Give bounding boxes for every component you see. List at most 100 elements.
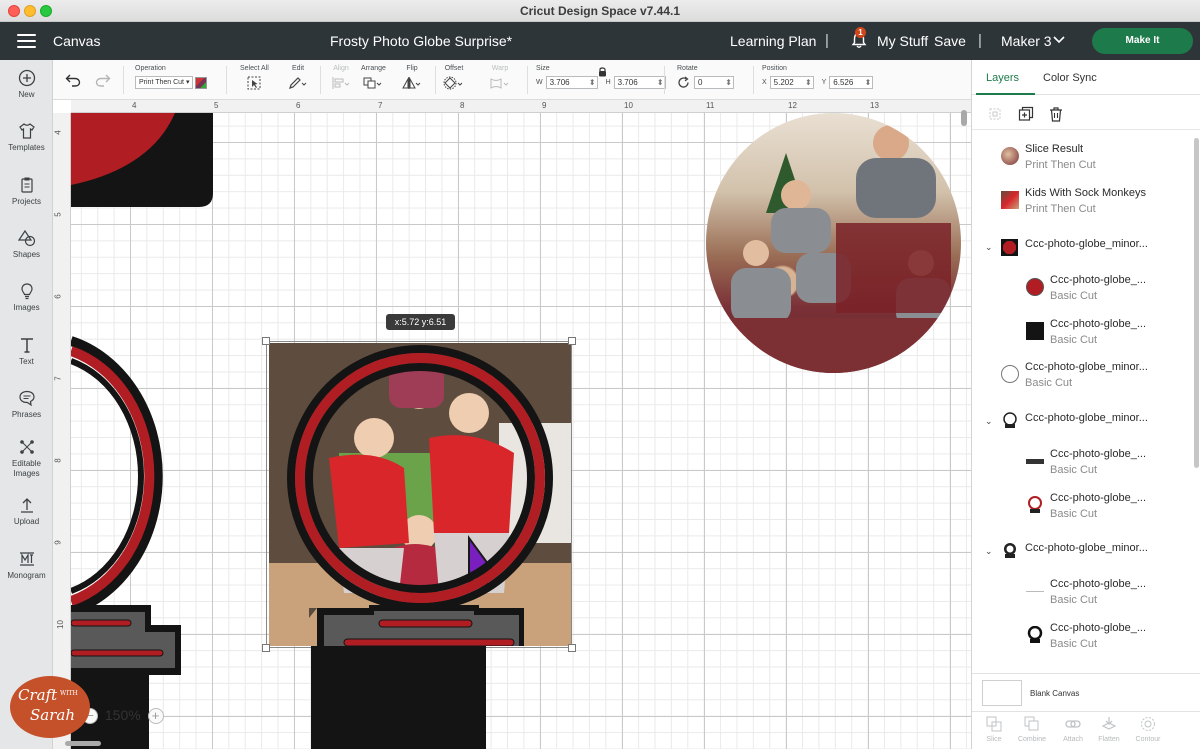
width-input[interactable]: 3.706 bbox=[545, 76, 598, 89]
layer-thumbnail bbox=[1026, 278, 1044, 296]
chevron-down-icon[interactable]: ⌄ bbox=[985, 546, 993, 557]
sidebar-item-phrases[interactable]: Phrases bbox=[0, 389, 53, 420]
sidebar-item-upload[interactable]: Upload bbox=[0, 496, 53, 527]
layer-item[interactable]: Ccc-photo-globe_... Basic Cut bbox=[972, 618, 1194, 658]
operation-select[interactable]: Print Then Cut ▾ bbox=[135, 76, 194, 89]
material-color-swatch[interactable] bbox=[195, 76, 208, 89]
chevron-down-icon[interactable]: ⌄ bbox=[985, 242, 993, 253]
group-icon[interactable] bbox=[987, 106, 1003, 122]
layers-list: Slice Result Print Then Cut Kids With So… bbox=[972, 132, 1194, 732]
sidebar-item-text[interactable]: Text bbox=[0, 336, 53, 367]
sidebar-item-label: Phrases bbox=[11, 410, 42, 419]
layer-name: Ccc-photo-globe_minor... bbox=[1025, 238, 1148, 250]
offset-group[interactable]: Offset bbox=[443, 65, 465, 92]
attach-label: Attach bbox=[1063, 736, 1083, 743]
select-all-label: Select All bbox=[240, 65, 269, 72]
sidebar-item-shapes[interactable]: Shapes bbox=[0, 229, 53, 260]
chevron-down-icon[interactable]: ⌄ bbox=[985, 416, 993, 427]
layer-group[interactable]: ⌄ Ccc-photo-globe_minor... bbox=[972, 538, 1194, 578]
selected-photo-image[interactable] bbox=[269, 343, 572, 646]
layer-thumbnail bbox=[1001, 239, 1018, 256]
window-titlebar: Cricut Design Space v7.44.1 bbox=[0, 0, 1200, 22]
globe-piece-left[interactable] bbox=[71, 335, 191, 749]
layer-item[interactable]: Ccc-photo-globe_... Basic Cut bbox=[972, 270, 1194, 310]
tab-color-sync[interactable]: Color Sync bbox=[1043, 72, 1097, 84]
project-title[interactable]: Frosty Photo Globe Surprise* bbox=[330, 33, 512, 49]
layer-operation: Basic Cut bbox=[1050, 638, 1098, 650]
layer-item[interactable]: Slice Result Print Then Cut bbox=[972, 139, 1194, 179]
duplicate-icon[interactable] bbox=[1018, 106, 1034, 122]
slice-button[interactable]: Slice bbox=[978, 716, 1010, 743]
sidebar-item-label: Upload bbox=[13, 517, 40, 526]
flip-icon bbox=[402, 77, 421, 89]
flatten-button[interactable]: Flatten bbox=[1093, 716, 1125, 743]
attach-button[interactable]: Attach bbox=[1057, 716, 1089, 743]
ruler-tick-label: 9 bbox=[53, 540, 63, 545]
globe-piece-top-left[interactable] bbox=[71, 113, 213, 208]
window-title: Cricut Design Space v7.44.1 bbox=[519, 4, 681, 18]
layer-group[interactable]: ⌄ Ccc-photo-globe_minor... bbox=[972, 408, 1194, 448]
align-icon bbox=[332, 77, 350, 89]
redo-icon[interactable] bbox=[95, 73, 111, 87]
combine-button[interactable]: Combine bbox=[1016, 716, 1048, 743]
shirt-icon bbox=[18, 123, 35, 139]
sidebar-item-projects[interactable]: Projects bbox=[0, 176, 53, 207]
layer-item[interactable]: Ccc-photo-globe_... Basic Cut bbox=[972, 488, 1194, 528]
undo-icon[interactable] bbox=[65, 73, 81, 87]
ruler-tick-label: 7 bbox=[53, 376, 63, 381]
layer-item[interactable]: Kids With Sock Monkeys Print Then Cut bbox=[972, 183, 1194, 223]
contour-button[interactable]: Contour bbox=[1132, 716, 1164, 743]
left-sidebar: New Templates Projects Shapes Images Tex… bbox=[0, 60, 53, 749]
make-it-button[interactable]: Make It bbox=[1092, 28, 1193, 54]
y-label: Y bbox=[821, 79, 827, 86]
rotate-icon[interactable] bbox=[677, 76, 690, 89]
machine-selector[interactable]: Maker 3 bbox=[1001, 33, 1052, 49]
my-stuff-link[interactable]: My Stuff bbox=[877, 33, 928, 49]
vertical-scrollbar[interactable] bbox=[961, 110, 967, 126]
layer-item[interactable]: Ccc-photo-globe_minor... Basic Cut bbox=[972, 357, 1194, 397]
lock-icon[interactable] bbox=[598, 66, 607, 77]
sidebar-item-editable-images[interactable]: Editable Images bbox=[0, 438, 53, 479]
x-position-input[interactable]: 5.202 bbox=[769, 76, 814, 89]
ruler-tick-label: 4 bbox=[132, 101, 137, 110]
horizontal-scrollbar[interactable] bbox=[65, 741, 101, 746]
layer-item[interactable]: Ccc-photo-globe_... Basic Cut bbox=[972, 574, 1194, 614]
position-group: Position X5.202 Y6.526 bbox=[762, 65, 874, 89]
design-canvas[interactable]: 4 5 6 7 8 9 10 11 12 13 4 5 6 7 8 9 10 x… bbox=[53, 100, 971, 749]
rotate-input[interactable]: 0 bbox=[694, 76, 734, 89]
blank-canvas-row[interactable]: Blank Canvas bbox=[972, 673, 1200, 711]
select-all-group[interactable]: Select All bbox=[240, 65, 269, 92]
logo-text-sarah: Sarah bbox=[30, 706, 75, 724]
learning-plan-link[interactable]: Learning Plan bbox=[730, 33, 816, 49]
canvas-color-swatch[interactable] bbox=[982, 680, 1022, 706]
sidebar-item-templates[interactable]: Templates bbox=[0, 122, 53, 153]
save-button[interactable]: Save bbox=[934, 33, 966, 49]
layer-item[interactable]: Ccc-photo-globe_... Basic Cut bbox=[972, 444, 1194, 484]
edit-group[interactable]: Edit bbox=[288, 65, 308, 92]
sidebar-item-label: Projects bbox=[12, 197, 41, 206]
sidebar-item-label: Monogram bbox=[7, 571, 46, 580]
flatten-label: Flatten bbox=[1098, 736, 1120, 743]
height-input[interactable]: 3.706 bbox=[613, 76, 666, 89]
layer-item[interactable]: Ccc-photo-globe_... Basic Cut bbox=[972, 314, 1194, 354]
globe-base-stand[interactable] bbox=[306, 646, 546, 749]
tab-layers[interactable]: Layers bbox=[986, 72, 1019, 84]
family-photo-circle[interactable] bbox=[706, 113, 961, 373]
y-position-input[interactable]: 6.526 bbox=[829, 76, 874, 89]
zoom-in-button[interactable]: + bbox=[147, 708, 164, 725]
position-tooltip: x:5.72 y:6.51 bbox=[386, 314, 455, 330]
layers-scrollbar[interactable] bbox=[1194, 138, 1199, 468]
sidebar-item-new[interactable]: New bbox=[0, 69, 53, 100]
sidebar-item-images[interactable]: Images bbox=[0, 282, 53, 313]
arrange-group[interactable]: Arrange bbox=[361, 65, 386, 92]
align-group[interactable]: Align bbox=[331, 65, 351, 92]
chevron-down-icon[interactable] bbox=[1052, 32, 1066, 46]
flip-group[interactable]: Flip bbox=[402, 65, 422, 92]
panel-tabs: Layers Color Sync bbox=[972, 60, 1200, 95]
warp-group[interactable]: Warp bbox=[489, 65, 511, 92]
sidebar-item-monogram[interactable]: Monogram bbox=[0, 550, 53, 581]
trash-icon[interactable] bbox=[1048, 106, 1064, 122]
header-divider: | bbox=[825, 32, 829, 49]
hamburger-menu-icon[interactable] bbox=[17, 34, 36, 48]
layer-group[interactable]: ⌄ Ccc-photo-globe_minor... bbox=[972, 234, 1194, 274]
